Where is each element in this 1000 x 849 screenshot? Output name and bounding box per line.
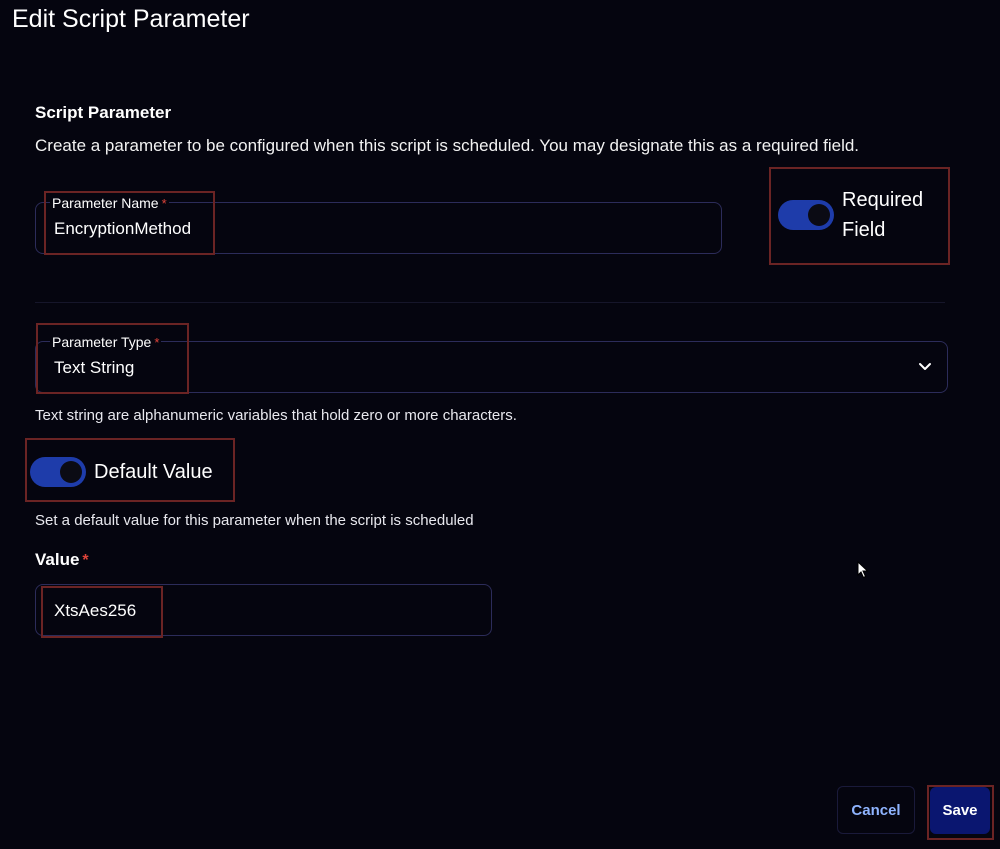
section-title: Script Parameter [35, 103, 172, 122]
default-value-helper: Set a default value for this parameter w… [35, 512, 474, 529]
default-value-toggle[interactable] [30, 457, 86, 487]
parameter-name-value: EncryptionMethod [54, 219, 192, 238]
edit-script-parameter-dialog: Edit Script Parameter Script Parameter C… [0, 0, 1000, 849]
required-field-label: Required Field [842, 189, 924, 241]
required-asterisk: * [154, 335, 160, 350]
parameter-type-select[interactable]: Parameter Type * Text String [35, 334, 948, 393]
section-description: Create a parameter to be configured when… [35, 136, 860, 155]
toggle-knob [60, 461, 82, 483]
required-asterisk: * [82, 552, 89, 569]
parameter-type-label: Parameter Type * [50, 334, 162, 350]
value-input-text: XtsAes256 [54, 601, 137, 620]
mouse-cursor-icon [857, 561, 869, 579]
save-button[interactable]: Save [930, 787, 990, 834]
required-field-toggle[interactable] [778, 200, 834, 230]
parameter-name-field[interactable]: Parameter Name * EncryptionMethod [35, 195, 722, 254]
dialog-title: Edit Script Parameter [12, 5, 250, 33]
parameter-type-helper: Text string are alphanumeric variables t… [35, 407, 517, 424]
section-divider [35, 302, 945, 303]
required-asterisk: * [161, 196, 167, 211]
value-input[interactable]: XtsAes256 [35, 584, 492, 636]
value-label: Value * [35, 550, 89, 569]
toggle-knob [808, 204, 830, 226]
chevron-down-icon[interactable] [917, 358, 933, 374]
default-value-label: Default Value [94, 461, 213, 483]
cancel-button[interactable]: Cancel [837, 786, 915, 834]
parameter-name-label: Parameter Name * [50, 195, 169, 211]
parameter-type-value: Text String [54, 358, 135, 377]
